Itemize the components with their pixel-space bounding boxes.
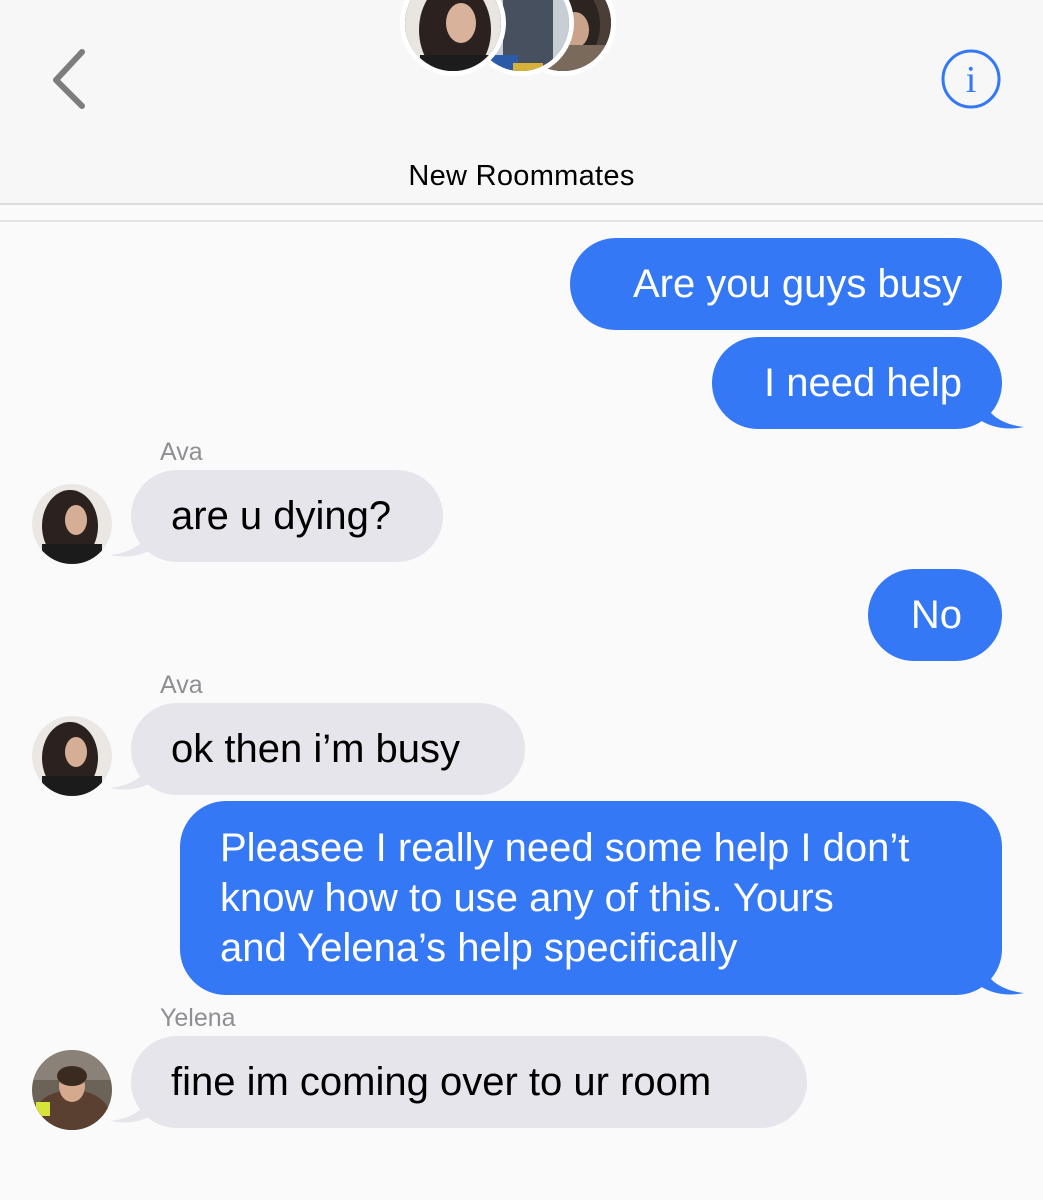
info-glyph: i bbox=[966, 59, 977, 101]
message-text: I need help bbox=[764, 361, 962, 405]
group-avatars[interactable] bbox=[400, 0, 630, 90]
avatar[interactable] bbox=[32, 716, 112, 796]
outgoing-message-bubble[interactable]: No bbox=[868, 569, 1002, 661]
avatar[interactable] bbox=[32, 1050, 112, 1130]
message-text: fine im coming over to ur room bbox=[171, 1060, 712, 1104]
outgoing-message-bubble[interactable]: I need help bbox=[712, 337, 1002, 429]
incoming-message-bubble[interactable]: fine im coming over to ur room bbox=[131, 1036, 807, 1128]
header-divider-secondary bbox=[0, 220, 1043, 222]
message-text: Are you guys busy bbox=[632, 262, 962, 306]
message-text-line: know how to use any of this. Yours bbox=[220, 876, 834, 920]
outgoing-message-bubble[interactable]: Are you guys busy bbox=[570, 238, 1002, 330]
message-text: ok then i’m busy bbox=[171, 727, 461, 771]
info-button[interactable]: i bbox=[940, 48, 1002, 110]
sender-name: Ava bbox=[160, 438, 203, 466]
bubble-tail bbox=[980, 394, 1024, 429]
header-divider bbox=[0, 203, 1043, 205]
chevron-left-icon bbox=[53, 49, 85, 109]
sender-name: Ava bbox=[160, 671, 203, 699]
back-button[interactable] bbox=[40, 40, 110, 120]
avatar[interactable] bbox=[32, 484, 112, 564]
message-text-line: Pleasee I really need some help I don’t bbox=[220, 826, 910, 870]
info-icon: i bbox=[941, 49, 1001, 109]
bubble-tail bbox=[980, 960, 1024, 995]
incoming-message-bubble[interactable]: are u dying? bbox=[131, 470, 443, 562]
outgoing-message-bubble[interactable]: Pleasee I really need some help I don’t … bbox=[180, 801, 1002, 995]
conversation-title: New Roommates bbox=[408, 160, 635, 192]
sender-name: Yelena bbox=[160, 1004, 236, 1032]
message-text-line: and Yelena’s help specifically bbox=[220, 926, 738, 970]
incoming-message-bubble[interactable]: ok then i’m busy bbox=[131, 703, 525, 795]
message-text: No bbox=[910, 593, 962, 637]
message-text: are u dying? bbox=[171, 494, 392, 538]
